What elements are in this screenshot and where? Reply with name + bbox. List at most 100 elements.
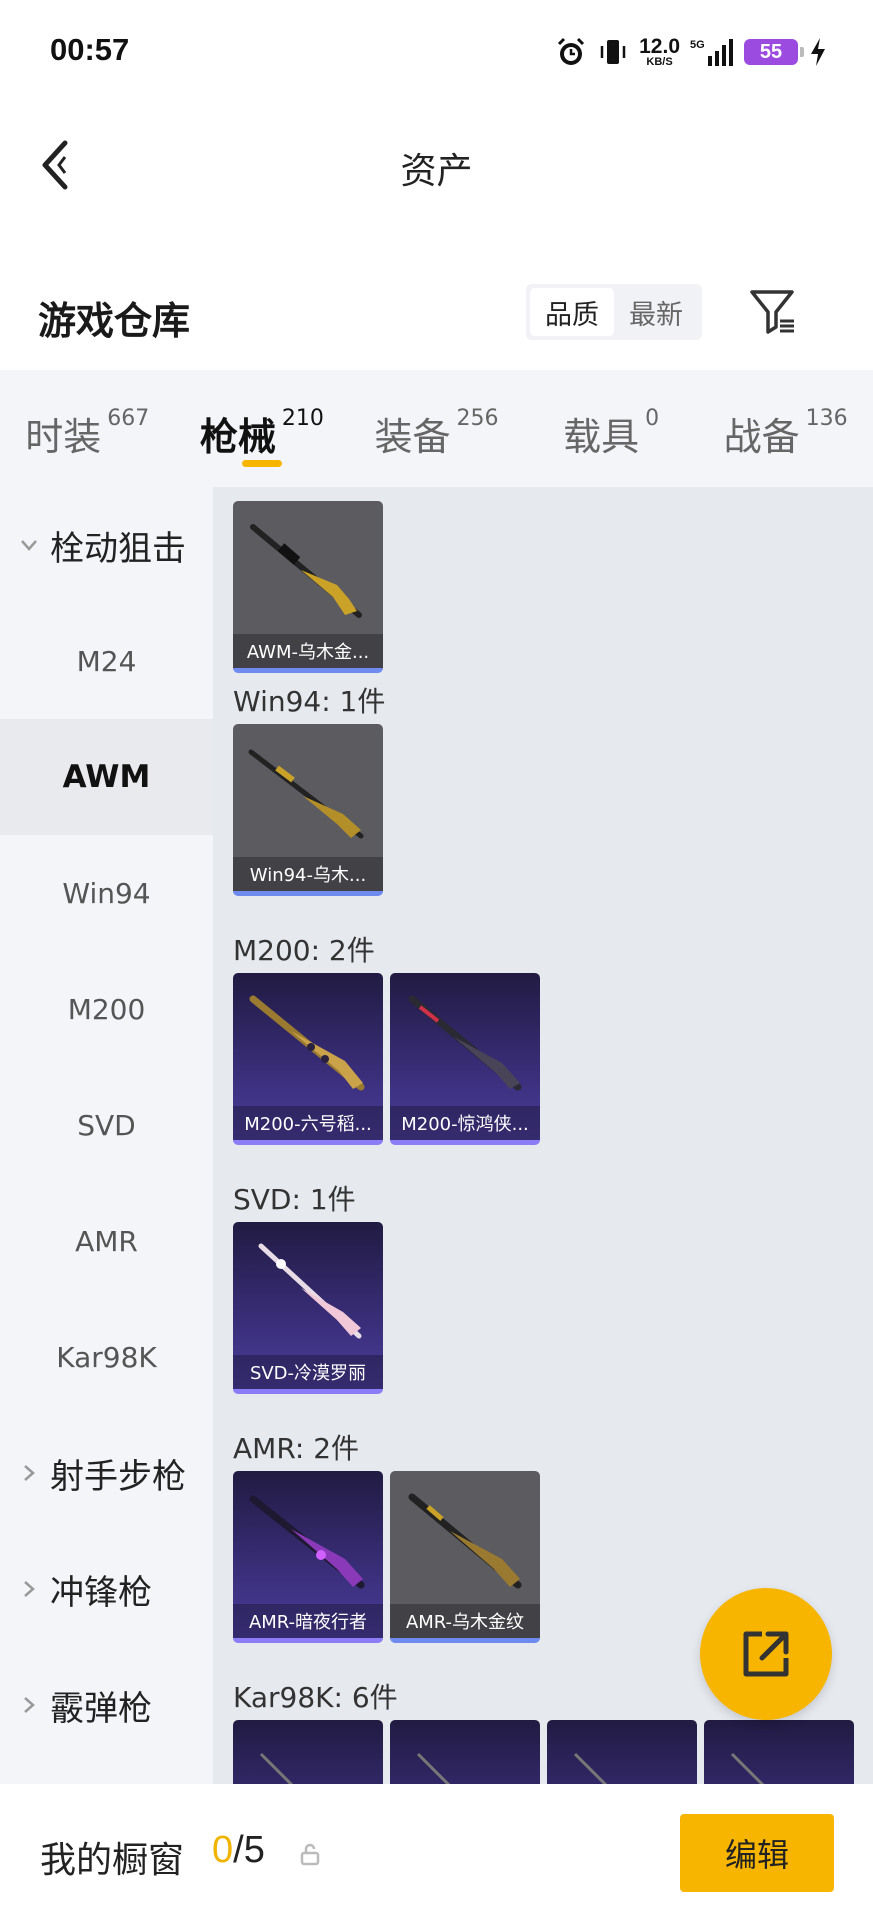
net-speed-unit: KB/S xyxy=(646,56,673,68)
tab-count: 210 xyxy=(281,406,324,431)
item-name: SVD-冷漠罗丽 xyxy=(233,1355,383,1389)
item-name: AMR-乌木金纹 xyxy=(390,1604,540,1638)
item-card-amr-ebony[interactable]: AMR-乌木金纹 xyxy=(390,1471,540,1643)
nav-item-m200[interactable]: M200 xyxy=(0,951,213,1067)
item-card-amr-night[interactable]: AMR-暗夜行者 xyxy=(233,1471,383,1643)
tab-count: 136 xyxy=(805,406,848,431)
rifle-image xyxy=(408,995,522,1091)
item-name: AMR-暗夜行者 xyxy=(233,1604,383,1638)
charging-icon xyxy=(808,36,828,68)
rifle-image xyxy=(573,1752,608,1784)
page-title: 资产 xyxy=(400,151,473,192)
item-card-m200-2[interactable]: M200-惊鸿侠... xyxy=(390,973,540,1145)
lock-icon xyxy=(300,1843,320,1866)
tab-vehicles[interactable]: 载具 0 xyxy=(524,370,699,487)
nav-group-label: 霰弹枪 xyxy=(50,1688,152,1729)
battery-indicator: 55 xyxy=(744,39,804,65)
tab-label: 战备 xyxy=(723,415,800,459)
chevron-down-icon xyxy=(16,532,42,558)
item-name: AWM-乌木金... xyxy=(233,634,383,668)
rifle-image xyxy=(248,749,364,839)
nav-group-bolt-action[interactable]: 栓动狙击 xyxy=(0,487,213,603)
filter-icon xyxy=(750,290,794,334)
chevron-right-icon xyxy=(16,1460,42,1486)
nav-item-m24[interactable]: M24 xyxy=(0,603,213,719)
nav-group-shotgun[interactable]: 霰弹枪 xyxy=(0,1647,213,1763)
rifle-image xyxy=(250,524,362,618)
tab-count: 256 xyxy=(456,406,499,431)
rifle-image xyxy=(416,1752,451,1784)
tab-count: 0 xyxy=(645,406,660,431)
signal-label: 5G xyxy=(690,39,705,51)
rifle-image xyxy=(249,995,365,1091)
nav-item-win94[interactable]: Win94 xyxy=(0,835,213,951)
status-time: 00:57 xyxy=(50,32,130,67)
category-tabs: 时装 667 枪械 210 装备 256 载具 0 战备 136 xyxy=(0,370,873,487)
tab-firearms[interactable]: 枪械 210 xyxy=(175,370,350,487)
net-speed: 12.0 KB/S xyxy=(639,36,680,68)
showcase-total: /5 xyxy=(233,1829,265,1871)
item-card-kar98k-3[interactable] xyxy=(547,1720,697,1784)
share-button[interactable] xyxy=(700,1588,832,1720)
side-nav: 栓动狙击 M24 AWM Win94 M200 SVD AMR Kar98K 射… xyxy=(0,487,213,1784)
nav-group-label: 射手步枪 xyxy=(50,1456,186,1497)
net-speed-value: 12.0 xyxy=(639,35,680,58)
sort-toggle: 品质 最新 xyxy=(526,284,702,340)
rifle-image xyxy=(249,1495,365,1589)
share-icon xyxy=(743,1631,789,1677)
tab-fashion[interactable]: 时装 667 xyxy=(0,370,175,487)
nav-group-smg[interactable]: 冲锋枪 xyxy=(0,1531,213,1647)
sort-latest[interactable]: 最新 xyxy=(614,288,698,336)
rifle-image xyxy=(258,1243,362,1339)
alarm-icon xyxy=(555,36,587,68)
item-card-win94-ebony[interactable]: Win94-乌木... xyxy=(233,724,383,896)
item-card-kar98k-2[interactable] xyxy=(390,1720,540,1784)
tab-label: 时装 xyxy=(25,415,102,459)
item-name: Win94-乌木... xyxy=(233,857,383,891)
sort-quality[interactable]: 品质 xyxy=(530,288,614,336)
nav-item-svd[interactable]: SVD xyxy=(0,1067,213,1183)
status-icons: 12.0 KB/S 5G 55 xyxy=(555,30,828,74)
nav-item-kar98k[interactable]: Kar98K xyxy=(0,1299,213,1415)
edit-button[interactable]: 编辑 xyxy=(680,1814,834,1892)
item-card-svd[interactable]: SVD-冷漠罗丽 xyxy=(233,1222,383,1394)
tab-count: 667 xyxy=(107,406,150,431)
active-tab-indicator xyxy=(241,460,282,467)
showcase-count: 0/5 xyxy=(212,1829,265,1872)
group-label-m200: M200: 2件 xyxy=(233,934,375,967)
tab-label: 装备 xyxy=(374,415,451,459)
signal-icon: 5G xyxy=(690,36,734,68)
nav-group-label: 冲锋枪 xyxy=(50,1572,152,1613)
tab-equipment[interactable]: 装备 256 xyxy=(349,370,524,487)
nav-group-marksman[interactable]: 射手步枪 xyxy=(0,1415,213,1531)
tab-label: 载具 xyxy=(563,415,640,459)
chevron-right-icon xyxy=(16,1576,42,1602)
bottom-bar: 我的橱窗 0/5 编辑 xyxy=(0,1784,873,1920)
group-label-kar98k: Kar98K: 6件 xyxy=(233,1681,398,1714)
item-name: M200-六号稻... xyxy=(233,1106,383,1140)
nav-item-awm[interactable]: AWM xyxy=(0,719,213,835)
vibrate-icon xyxy=(597,36,629,68)
nav-group-label: 栓动狙击 xyxy=(50,528,186,569)
item-card-kar98k-4[interactable] xyxy=(704,1720,854,1784)
item-card-m200-1[interactable]: M200-六号稻... xyxy=(233,973,383,1145)
rifle-image xyxy=(259,1752,294,1784)
showcase-label: 我的橱窗 xyxy=(40,1840,185,1881)
section-title: 游戏仓库 xyxy=(38,299,191,343)
status-bar: 00:57 12.0 KB/S 5G 55 xyxy=(0,0,873,100)
showcase-current: 0 xyxy=(212,1829,234,1871)
group-label-svd: SVD: 1件 xyxy=(233,1183,356,1216)
tab-supplies[interactable]: 战备 136 xyxy=(698,370,873,487)
header: 资产 xyxy=(0,100,873,230)
rifle-image xyxy=(730,1752,765,1784)
group-label-win94: Win94: 1件 xyxy=(233,685,386,718)
group-label-amr: AMR: 2件 xyxy=(233,1432,360,1465)
filter-button[interactable] xyxy=(744,284,802,340)
chevron-right-icon xyxy=(16,1692,42,1718)
item-card-awm-ebony[interactable]: AWM-乌木金... xyxy=(233,501,383,673)
section-row: 游戏仓库 品质 最新 xyxy=(0,270,873,365)
tab-label: 枪械 xyxy=(199,415,276,459)
item-card-kar98k-1[interactable] xyxy=(233,1720,383,1784)
rifle-image xyxy=(408,1493,522,1589)
nav-item-amr[interactable]: AMR xyxy=(0,1183,213,1299)
